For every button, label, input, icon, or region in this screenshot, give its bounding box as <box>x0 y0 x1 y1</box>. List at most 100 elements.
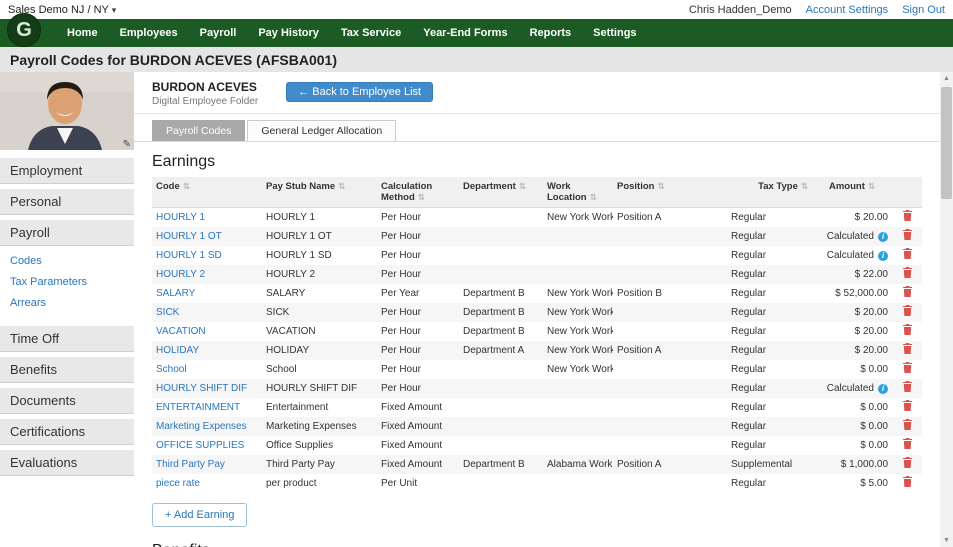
info-icon[interactable]: i <box>878 383 888 394</box>
sidebar-item[interactable]: Benefits <box>0 357 134 383</box>
info-icon[interactable]: i <box>878 250 888 261</box>
trash-icon <box>902 400 912 411</box>
sort-icon[interactable]: ⇅ <box>418 192 425 202</box>
column-header[interactable]: Code ⇅ <box>152 177 262 208</box>
sort-icon[interactable]: ⇅ <box>657 181 664 191</box>
trash-icon <box>902 362 912 373</box>
sidebar-item[interactable]: Payroll <box>0 220 134 246</box>
edit-photo-icon[interactable]: ✎ <box>123 139 131 150</box>
position-cell <box>613 360 727 379</box>
earning-code-link[interactable]: HOURLY 2 <box>156 269 205 280</box>
tax-type-cell: Regular <box>731 477 767 489</box>
pay-stub-name-cell: per product <box>266 477 317 489</box>
nav-item[interactable]: Payroll <box>189 27 248 39</box>
add-earning-button[interactable]: + Add Earning <box>152 503 248 527</box>
earning-code-link[interactable]: Third Party Pay <box>156 459 225 470</box>
column-header[interactable]: Work Location ⇅ <box>543 177 613 208</box>
delete-earning-button[interactable] <box>902 305 912 318</box>
sign-out-link[interactable]: Sign Out <box>902 4 945 16</box>
calc-method-cell: Fixed Amount <box>381 439 443 451</box>
department-cell <box>459 417 543 436</box>
column-header[interactable]: Position ⇅ <box>613 177 727 208</box>
sidebar-sub-link[interactable]: Codes <box>0 251 134 272</box>
info-icon[interactable]: i <box>878 231 888 242</box>
nav-item[interactable]: Reports <box>519 27 583 39</box>
sort-icon[interactable]: ⇅ <box>801 181 808 191</box>
delete-earning-button[interactable] <box>902 210 912 223</box>
sidebar-sub-link[interactable]: Tax Parameters <box>0 272 134 293</box>
earning-code-link[interactable]: VACATION <box>156 326 206 337</box>
delete-earning-button[interactable] <box>902 381 912 394</box>
earning-code-link[interactable]: HOURLY 1 SD <box>156 250 222 261</box>
work-location-cell: New York Work Loc <box>547 325 613 337</box>
earning-code-link[interactable]: Marketing Expenses <box>156 421 247 432</box>
vertical-scrollbar[interactable]: ▲ ▼ <box>940 72 953 547</box>
column-header[interactable]: ⇅ <box>892 177 922 208</box>
sidebar-item[interactable]: Time Off <box>0 326 134 352</box>
nav-item[interactable]: Pay History <box>247 27 330 39</box>
sidebar-item[interactable]: Evaluations <box>0 450 134 476</box>
sort-icon[interactable]: ⇅ <box>183 181 190 191</box>
sidebar-sub-link[interactable]: Arrears <box>0 293 134 314</box>
sidebar-item[interactable]: Certifications <box>0 419 134 445</box>
account-settings-link[interactable]: Account Settings <box>806 4 889 16</box>
sidebar-item[interactable]: Employment <box>0 158 134 184</box>
earning-code-link[interactable]: OFFICE SUPPLIES <box>156 440 244 451</box>
sidebar-item[interactable]: Documents <box>0 388 134 414</box>
earning-code-link[interactable]: HOURLY 1 <box>156 212 205 223</box>
tax-type-cell: Regular <box>731 230 767 242</box>
earning-code-link[interactable]: SALARY <box>156 288 195 299</box>
delete-earning-button[interactable] <box>902 248 912 261</box>
nav-item[interactable]: Settings <box>582 27 647 39</box>
delete-earning-button[interactable] <box>902 229 912 242</box>
scroll-up-arrow[interactable]: ▲ <box>940 72 953 85</box>
delete-earning-button[interactable] <box>902 457 912 470</box>
pay-stub-name-cell: HOURLY 2 <box>266 268 316 280</box>
column-header[interactable]: Department ⇅ <box>459 177 543 208</box>
delete-earning-button[interactable] <box>902 438 912 451</box>
sidebar-item[interactable]: Personal <box>0 189 134 215</box>
back-to-employee-list-button[interactable]: ← Back to Employee List <box>286 82 434 102</box>
column-header[interactable]: Tax Type ⇅ <box>727 177 812 208</box>
earning-code-link[interactable]: HOURLY SHIFT DIF <box>156 383 247 394</box>
tax-type-cell: Regular <box>731 249 767 261</box>
sort-icon[interactable]: ⇅ <box>868 181 875 191</box>
earning-code-link[interactable]: SICK <box>156 307 179 318</box>
delete-earning-button[interactable] <box>902 343 912 356</box>
nav-item[interactable]: Home <box>56 27 109 39</box>
scroll-down-arrow[interactable]: ▼ <box>940 534 953 547</box>
sort-icon[interactable]: ⇅ <box>590 192 597 202</box>
earning-code-link[interactable]: School <box>156 364 187 375</box>
nav-item[interactable]: Employees <box>109 27 189 39</box>
column-header[interactable]: Calculation Method ⇅ <box>377 177 459 208</box>
department-cell: Department A <box>463 344 525 356</box>
tab-general-ledger-allocation[interactable]: General Ledger Allocation <box>247 120 397 141</box>
delete-earning-button[interactable] <box>902 267 912 280</box>
nav-item[interactable]: Year-End Forms <box>412 27 518 39</box>
sort-icon[interactable]: ⇅ <box>338 181 345 191</box>
work-location-cell <box>543 436 613 455</box>
earning-code-link[interactable]: HOLIDAY <box>156 345 199 356</box>
delete-earning-button[interactable] <box>902 362 912 375</box>
app-logo[interactable]: G <box>7 13 41 47</box>
calc-method-cell: Per Unit <box>381 477 418 489</box>
delete-earning-button[interactable] <box>902 286 912 299</box>
delete-earning-button[interactable] <box>902 476 912 489</box>
column-header[interactable]: Amount ⇅ <box>812 177 892 208</box>
sort-icon[interactable]: ⇅ <box>519 181 526 191</box>
earning-code-link[interactable]: ENTERTAINMENT <box>156 402 240 413</box>
column-header[interactable]: Pay Stub Name ⇅ <box>262 177 377 208</box>
earning-code-link[interactable]: HOURLY 1 OT <box>156 231 222 242</box>
earnings-table: Code ⇅ Pay Stub Name ⇅ Calculation Method ⇅ De… <box>152 177 922 493</box>
trash-icon <box>902 210 912 221</box>
delete-earning-button[interactable] <box>902 419 912 432</box>
earning-code-link[interactable]: piece rate <box>156 478 200 489</box>
delete-earning-button[interactable] <box>902 400 912 413</box>
position-cell <box>613 398 727 417</box>
nav-item[interactable]: Tax Service <box>330 27 412 39</box>
tab-payroll-codes[interactable]: Payroll Codes <box>152 120 246 141</box>
calc-method-cell: Per Hour <box>381 211 422 223</box>
scrollbar-thumb[interactable] <box>941 87 952 199</box>
delete-earning-button[interactable] <box>902 324 912 337</box>
position-cell <box>613 474 727 493</box>
